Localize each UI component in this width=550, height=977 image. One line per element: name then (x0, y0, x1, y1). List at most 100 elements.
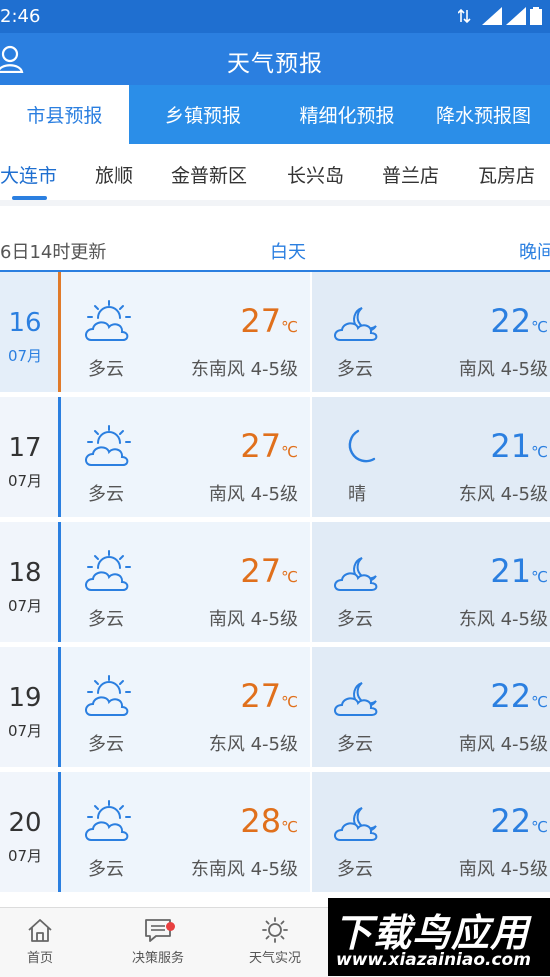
signal-2-icon (506, 7, 526, 25)
night-wind: 南风 4-5级 (459, 355, 548, 381)
day-wind-direction: 南风 (208, 484, 245, 505)
temp-unit: ℃ (281, 818, 298, 836)
nav-home[interactable]: 首页 (0, 916, 80, 966)
night-wind-direction: 南风 (458, 359, 495, 380)
partly-cloudy-sun-icon (85, 425, 131, 466)
temp-unit: ℃ (531, 443, 548, 461)
day-temperature: 27℃ (240, 552, 298, 590)
temp-unit: ℃ (531, 568, 548, 586)
night-temperature: 22℃ (490, 802, 548, 840)
home-icon (28, 919, 52, 942)
day-condition: 多云 (88, 734, 124, 755)
watermark-title: 下载鸟应用 (334, 911, 530, 955)
night-condition: 多云 (337, 734, 373, 755)
day-temp-value: 27 (240, 302, 282, 340)
update-time: 6日14时更新 (0, 242, 107, 263)
day-forecast: 27℃ 多云 东风 4-5级 (61, 647, 310, 770)
temp-unit: ℃ (281, 318, 298, 336)
partly-cloudy-moon-icon (334, 557, 378, 591)
partly-cloudy-sun-icon (85, 300, 131, 341)
day-temperature: 27℃ (240, 302, 298, 340)
day-condition: 多云 (88, 609, 124, 630)
temp-unit: ℃ (531, 693, 548, 711)
day-condition: 多云 (88, 359, 124, 380)
day-wind: 南风 4-5级 (209, 480, 298, 506)
night-condition: 多云 (337, 859, 373, 880)
partly-cloudy-sun-icon (85, 800, 131, 841)
forecast-row[interactable]: 17 07月 27℃ 多云 南风 4-5级 21℃ 晴 东风 4-5级 (0, 397, 550, 520)
district-pulandian[interactable]: 普兰店 (382, 161, 439, 188)
night-wind: 南风 4-5级 (459, 855, 548, 881)
status-bar: 2:46 (0, 0, 550, 33)
forecast-row[interactable]: 20 07月 28℃ 多云 东南风 4-5级 22℃ 多云 南风 4-5级 (0, 772, 550, 895)
tab-precipitation-map[interactable]: 降水预报图 (417, 85, 550, 144)
night-wind-level: 4-5级 (500, 734, 548, 755)
system-icons (458, 7, 542, 25)
night-wind-level: 4-5级 (500, 859, 548, 880)
night-forecast: 22℃ 多云 南风 4-5级 (312, 272, 550, 395)
tab-refined-forecast[interactable]: 精细化预报 (277, 85, 417, 144)
day-forecast: 28℃ 多云 东南风 4-5级 (61, 772, 310, 895)
district-changxingdao[interactable]: 长兴岛 (287, 161, 344, 188)
sun-icon (262, 917, 288, 943)
date-cell: 19 07月 (0, 647, 58, 770)
signal-1-icon (482, 7, 502, 25)
date-month: 07月 (7, 722, 43, 740)
watermark-url: www.xiazainiao.com (336, 950, 531, 970)
temp-unit: ℃ (531, 318, 548, 336)
forecast-tabs: 市县预报 乡镇预报 精细化预报 降水预报图 (0, 85, 550, 144)
partly-cloudy-sun-icon (85, 550, 131, 591)
forecast-row[interactable]: 19 07月 27℃ 多云 东风 4-5级 22℃ 多云 南风 4-5级 (0, 647, 550, 770)
district-lvshun[interactable]: 旅顺 (95, 161, 133, 188)
day-forecast: 27℃ 多云 南风 4-5级 (61, 397, 310, 520)
night-wind-direction: 东风 (458, 609, 495, 630)
row-divider (0, 892, 550, 895)
night-wind: 东风 4-5级 (459, 480, 548, 506)
night-forecast: 22℃ 多云 南风 4-5级 (312, 772, 550, 895)
night-wind-direction: 南风 (458, 859, 495, 880)
night-wind-direction: 东风 (458, 484, 495, 505)
night-wind-direction: 南风 (458, 734, 495, 755)
night-column-label: 晚间 (519, 242, 550, 263)
day-forecast: 27℃ 多云 东南风 4-5级 (61, 272, 310, 395)
district-selector: 大连市 旅顺 金普新区 长兴岛 普兰店 瓦房店 (0, 144, 550, 200)
day-wind: 东南风 4-5级 (191, 855, 298, 881)
nav-decision-service[interactable]: 决策服务 (118, 916, 198, 966)
nav-decision-service-label: 决策服务 (131, 951, 184, 966)
day-forecast: 27℃ 多云 南风 4-5级 (61, 522, 310, 645)
day-wind-level: 4-5级 (250, 359, 298, 380)
date-month: 07月 (7, 472, 43, 490)
district-wafangdian[interactable]: 瓦房店 (478, 161, 535, 188)
night-condition: 多云 (337, 359, 373, 380)
night-wind: 东风 4-5级 (459, 605, 548, 631)
row-divider (0, 767, 550, 770)
tab-township-forecast[interactable]: 乡镇预报 (129, 85, 277, 144)
night-temperature: 22℃ (490, 677, 548, 715)
day-wind-level: 4-5级 (250, 609, 298, 630)
night-forecast: 21℃ 晴 东风 4-5级 (312, 397, 550, 520)
row-divider (0, 392, 550, 395)
tab-county-forecast[interactable]: 市县预报 (0, 85, 129, 144)
night-condition: 多云 (337, 609, 373, 630)
day-temp-value: 27 (240, 677, 282, 715)
row-divider (0, 517, 550, 520)
forecast-row[interactable]: 16 07月 27℃ 多云 东南风 4-5级 22℃ 多云 南风 4-5级 (0, 272, 550, 395)
moon-icon (348, 429, 376, 463)
night-forecast: 22℃ 多云 南风 4-5级 (312, 647, 550, 770)
nav-weather-live[interactable]: 天气实况 (235, 916, 315, 966)
day-wind-direction: 东南风 (190, 859, 245, 880)
day-temperature: 27℃ (240, 427, 298, 465)
day-wind-direction: 南风 (208, 609, 245, 630)
forecast-row[interactable]: 18 07月 27℃ 多云 南风 4-5级 21℃ 多云 东风 4-5级 (0, 522, 550, 645)
district-jinpu[interactable]: 金普新区 (171, 161, 247, 188)
date-cell: 16 07月 (0, 272, 58, 395)
night-temp-value: 22 (490, 302, 532, 340)
district-dalian[interactable]: 大连市 (0, 161, 57, 188)
app-bar: 天气预报 (0, 33, 550, 85)
date-day: 20 (8, 808, 42, 838)
day-wind: 东风 4-5级 (209, 730, 298, 756)
day-temp-value: 27 (240, 427, 282, 465)
day-temp-value: 27 (240, 552, 282, 590)
day-column-label: 白天 (270, 242, 306, 263)
date-day: 18 (8, 558, 42, 588)
